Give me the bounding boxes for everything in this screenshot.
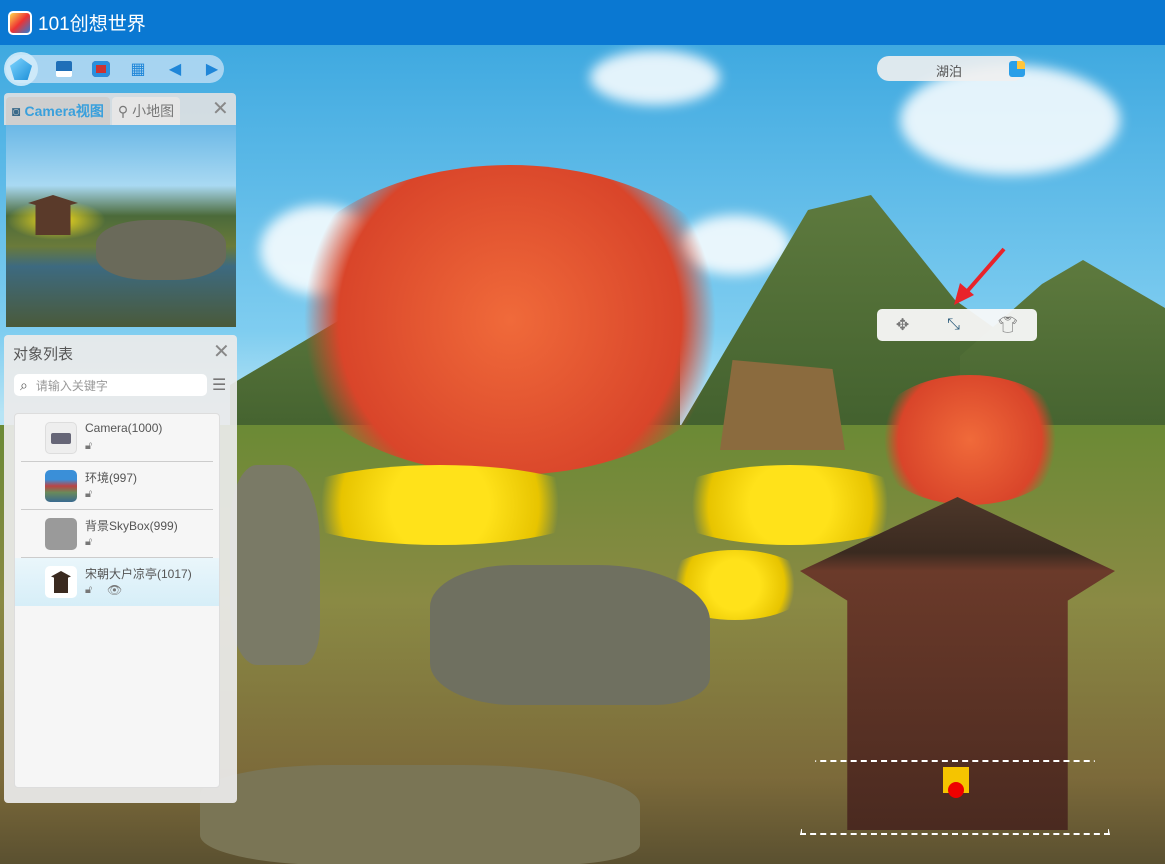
scene-label: 湖泊: [936, 64, 963, 79]
grid-icon: ▦: [130, 61, 146, 78]
undo-icon: ◀: [168, 61, 182, 78]
move-icon[interactable]: ✥: [896, 315, 909, 335]
app-logo-icon: [8, 10, 32, 35]
unlock-icon[interactable]: 🔓︎: [85, 488, 92, 501]
scale-shrink-icon[interactable]: ⤡: [947, 316, 960, 334]
view-tabs: ◙ Camera视图 ⚲ 小地图 ✕: [4, 93, 236, 125]
unlock-icon[interactable]: 🔓︎: [85, 536, 92, 549]
app-title: 101创想世界: [38, 14, 146, 35]
main-toolbar: ▦ ◀ ▶: [4, 52, 224, 86]
item-name: Camera(1000): [85, 421, 163, 435]
item-name: 背景SkyBox(999): [85, 519, 178, 533]
undo-button[interactable]: ◀: [164, 59, 186, 79]
item-name: 宋朝大户凉亭(1017): [85, 567, 192, 581]
tab-label: 小地图: [132, 103, 175, 119]
grid-button[interactable]: ▦: [127, 59, 149, 79]
map-pin-icon: ⚲: [117, 102, 129, 119]
close-icon[interactable]: ✕: [213, 339, 230, 364]
skybox-thumbnail-icon: [45, 518, 77, 550]
save-icon: [56, 61, 72, 77]
unlock-icon[interactable]: 🔓︎: [85, 440, 92, 453]
search-input[interactable]: ⌕ 请输入关键字: [14, 374, 207, 396]
list-item[interactable]: 环境(997) 🔓︎: [21, 462, 213, 510]
camera-icon: [92, 61, 110, 77]
object-list-panel: 对象列表 ✕ ⌕ 请输入关键字 ☰ Camera(1000) 🔓︎ 环境(997…: [4, 335, 237, 803]
scene-selector[interactable]: 湖泊: [877, 56, 1025, 81]
redo-icon: ▶: [205, 61, 219, 78]
list-item[interactable]: 背景SkyBox(999) 🔓︎: [21, 510, 213, 558]
search-placeholder: 请输入关键字: [35, 378, 108, 393]
list-item[interactable]: Camera(1000) 🔓︎: [21, 414, 213, 462]
home-gem-button[interactable]: [4, 52, 38, 86]
close-icon[interactable]: ✕: [212, 96, 229, 121]
tab-minimap[interactable]: ⚲ 小地图: [111, 97, 181, 125]
environment-thumbnail-icon: [45, 470, 77, 502]
tab-camera-view[interactable]: ◙ Camera视图: [6, 97, 110, 125]
unlock-icon[interactable]: 🔓︎: [85, 584, 92, 597]
transform-toolbar: ✥ ⤡ 👕︎: [877, 309, 1037, 341]
eye-icon[interactable]: 👁︎: [107, 583, 122, 597]
save-button[interactable]: [53, 59, 75, 79]
list-menu-icon[interactable]: ☰: [212, 375, 226, 395]
camera-preview: [6, 125, 236, 327]
title-bar: 101创想世界: [0, 0, 1165, 45]
redo-button[interactable]: ▶: [201, 59, 223, 79]
item-name: 环境(997): [85, 471, 138, 485]
outfit-icon[interactable]: 👕︎: [998, 315, 1018, 335]
camera-thumbnail-icon: [45, 422, 77, 454]
list-item-selected[interactable]: 宋朝大户凉亭(1017) 🔓︎ 👁︎: [15, 558, 219, 606]
gem-icon: [10, 58, 32, 80]
pavilion-thumbnail-icon: [45, 566, 77, 598]
camera-icon: ◙: [12, 103, 21, 119]
search-icon: ⌕: [20, 376, 28, 393]
screenshot-button[interactable]: [90, 59, 112, 79]
tab-label: Camera视图: [24, 103, 104, 119]
object-list: Camera(1000) 🔓︎ 环境(997) 🔓︎ 背景SkyBox(999)…: [14, 413, 220, 788]
panel-title: 对象列表: [13, 346, 74, 363]
apps-grid-icon[interactable]: [1009, 61, 1025, 77]
